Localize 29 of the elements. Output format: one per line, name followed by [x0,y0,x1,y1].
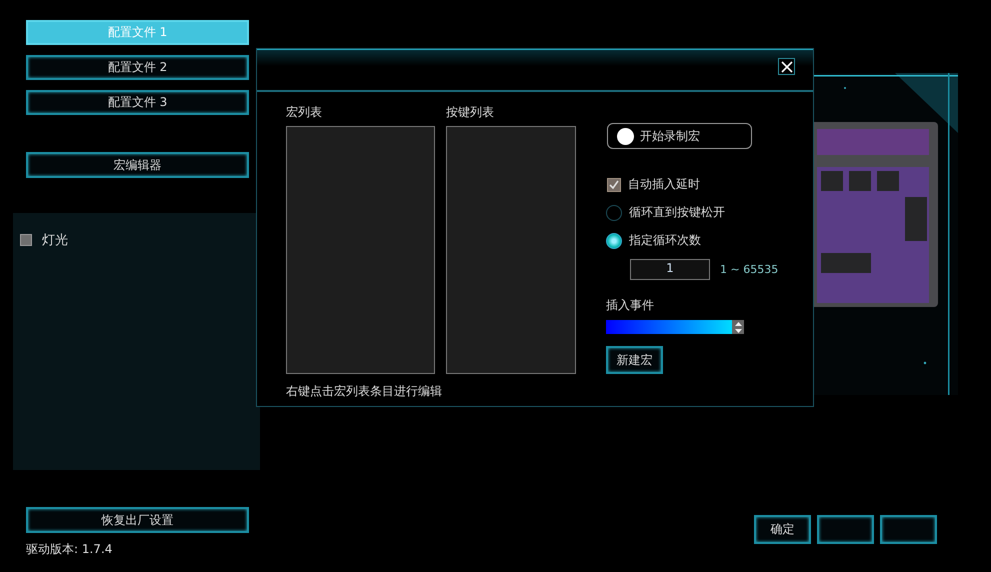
radio-button[interactable] [606,204,622,220]
profile-button[interactable]: 配置文件 3 [26,90,249,115]
footer-button[interactable]: 确定 [754,515,811,544]
option-label: 循环直到按键松开 [629,204,725,221]
profile-button[interactable]: 配置文件 2 [26,55,249,80]
checkbox[interactable] [607,178,621,192]
list-label: 宏列表 [286,104,323,121]
insert-event-label: 插入事件 [606,297,655,314]
list-label: 按键列表 [446,104,495,121]
option-label: 指定循环次数 [629,232,701,249]
radio-button[interactable] [606,232,622,248]
new-macro-button[interactable]: 新建宏 [606,346,663,374]
version-text: 驱动版本: 1.7.4 [26,541,114,558]
count-field[interactable]: 1 [630,259,710,280]
restore-button[interactable]: 恢复出厂设置 [26,507,249,533]
checkbox[interactable] [20,234,32,246]
key-list[interactable] [446,126,576,374]
hint-text: 右键点击宏列表条目进行编辑 [286,383,443,400]
macro-list[interactable] [286,126,435,374]
spinner-icon [732,320,744,334]
checkbox-label: 灯光 [42,232,68,249]
record-button[interactable]: 开始录制宏 [607,123,752,149]
footer-button[interactable] [880,515,937,544]
footer-button[interactable] [817,515,874,544]
range-text: 1 ~ 65535 [720,263,778,276]
macro-editor-button[interactable]: 宏编辑器 [26,152,249,178]
event-dropdown[interactable] [606,320,744,334]
option-label: 自动插入延时 [628,176,700,193]
close-button[interactable] [778,58,795,75]
